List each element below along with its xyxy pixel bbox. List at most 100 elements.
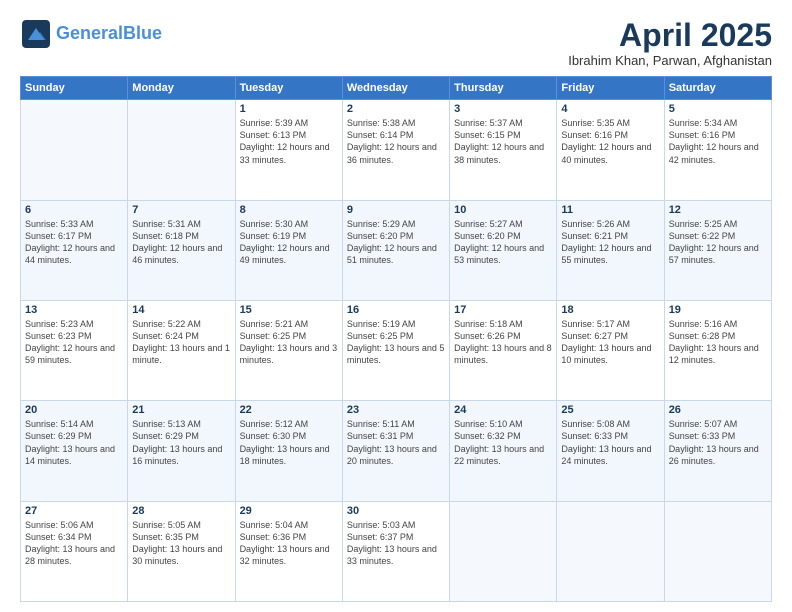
calendar-page: GeneralBlue April 2025 Ibrahim Khan, Par… [0,0,792,612]
day-detail: Sunrise: 5:03 AMSunset: 6:37 PMDaylight:… [347,519,445,568]
day-number: 13 [25,304,123,316]
table-row: 9 Sunrise: 5:29 AMSunset: 6:20 PMDaylight… [342,200,449,300]
day-detail: Sunrise: 5:39 AMSunset: 6:13 PMDaylight:… [240,117,338,166]
day-number: 18 [561,304,659,316]
table-row: 1 Sunrise: 5:39 AMSunset: 6:13 PMDaylight… [235,100,342,200]
day-number: 5 [669,103,767,115]
day-number: 30 [347,505,445,517]
col-tuesday: Tuesday [235,77,342,100]
table-row: 20Sunrise: 5:14 AMSunset: 6:29 PMDayligh… [21,401,128,501]
day-number: 7 [132,204,230,216]
calendar-week-row: 27 Sunrise: 5:06 AMSunset: 6:34 PMDayligh… [21,501,772,601]
table-row: 10 Sunrise: 5:27 AMSunset: 6:20 PMDayligh… [450,200,557,300]
day-detail: Sunrise: 5:08 AMSunset: 6:33 PMDaylight:… [561,418,659,467]
day-detail: Sunrise: 5:29 AMSunset: 6:20 PMDaylight:… [347,218,445,267]
header: GeneralBlue April 2025 Ibrahim Khan, Par… [20,18,772,68]
table-row: 13 Sunrise: 5:23 AMSunset: 6:23 PMDayligh… [21,300,128,400]
table-row: 18 Sunrise: 5:17 AMSunset: 6:27 PMDayligh… [557,300,664,400]
day-number: 10 [454,204,552,216]
logo-name: GeneralBlue [56,24,162,44]
table-row: 15Sunrise: 5:21 AMSunset: 6:25 PMDayligh… [235,300,342,400]
day-number: 17 [454,304,552,316]
day-detail: Sunrise: 5:07 AMSunset: 6:33 PMDaylight:… [669,418,767,467]
day-number: 27 [25,505,123,517]
day-detail: Sunrise: 5:23 AMSunset: 6:23 PMDaylight:… [25,318,123,367]
day-number: 24 [454,404,552,416]
day-detail: Sunrise: 5:38 AMSunset: 6:14 PMDaylight:… [347,117,445,166]
day-number: 19 [669,304,767,316]
table-row [664,501,771,601]
table-row: 16 Sunrise: 5:19 AMSunset: 6:25 PMDayligh… [342,300,449,400]
calendar-table: Sunday Monday Tuesday Wednesday Thursday… [20,76,772,602]
day-detail: Sunrise: 5:12 AMSunset: 6:30 PMDaylight:… [240,418,338,467]
day-number: 9 [347,204,445,216]
day-detail: Sunrise: 5:04 AMSunset: 6:36 PMDaylight:… [240,519,338,568]
day-detail: Sunrise: 5:17 AMSunset: 6:27 PMDaylight:… [561,318,659,367]
day-number: 26 [669,404,767,416]
calendar-week-row: 6 Sunrise: 5:33 AMSunset: 6:17 PMDaylight… [21,200,772,300]
day-detail: Sunrise: 5:25 AMSunset: 6:22 PMDaylight:… [669,218,767,267]
day-detail: Sunrise: 5:06 AMSunset: 6:34 PMDaylight:… [25,519,123,568]
day-detail: Sunrise: 5:18 AMSunset: 6:26 PMDaylight:… [454,318,552,367]
day-number: 25 [561,404,659,416]
table-row: 25 Sunrise: 5:08 AMSunset: 6:33 PMDayligh… [557,401,664,501]
table-row: 28Sunrise: 5:05 AMSunset: 6:35 PMDayligh… [128,501,235,601]
day-number: 6 [25,204,123,216]
table-row: 8 Sunrise: 5:30 AMSunset: 6:19 PMDaylight… [235,200,342,300]
day-number: 3 [454,103,552,115]
day-detail: Sunrise: 5:19 AMSunset: 6:25 PMDaylight:… [347,318,445,367]
day-number: 23 [347,404,445,416]
day-number: 14 [132,304,230,316]
day-number: 11 [561,204,659,216]
header-row: Sunday Monday Tuesday Wednesday Thursday… [21,77,772,100]
day-detail: Sunrise: 5:27 AMSunset: 6:20 PMDaylight:… [454,218,552,267]
table-row: 19 Sunrise: 5:16 AMSunset: 6:28 PMDayligh… [664,300,771,400]
table-row: 29 Sunrise: 5:04 AMSunset: 6:36 PMDayligh… [235,501,342,601]
logo: GeneralBlue [20,18,162,50]
calendar-week-row: 20Sunrise: 5:14 AMSunset: 6:29 PMDayligh… [21,401,772,501]
day-number: 8 [240,204,338,216]
day-detail: Sunrise: 5:30 AMSunset: 6:19 PMDaylight:… [240,218,338,267]
table-row: 14Sunrise: 5:22 AMSunset: 6:24 PMDayligh… [128,300,235,400]
day-number: 12 [669,204,767,216]
table-row: 4Sunrise: 5:35 AMSunset: 6:16 PMDaylight… [557,100,664,200]
table-row: 27 Sunrise: 5:06 AMSunset: 6:34 PMDayligh… [21,501,128,601]
day-number: 15 [240,304,338,316]
table-row: 17 Sunrise: 5:18 AMSunset: 6:26 PMDayligh… [450,300,557,400]
subtitle: Ibrahim Khan, Parwan, Afghanistan [568,53,772,68]
table-row: 11 Sunrise: 5:26 AMSunset: 6:21 PMDayligh… [557,200,664,300]
title-block: April 2025 Ibrahim Khan, Parwan, Afghani… [568,18,772,68]
col-monday: Monday [128,77,235,100]
day-number: 16 [347,304,445,316]
table-row: 30 Sunrise: 5:03 AMSunset: 6:37 PMDayligh… [342,501,449,601]
month-title: April 2025 [568,18,772,53]
col-wednesday: Wednesday [342,77,449,100]
day-number: 4 [561,103,659,115]
table-row: 26 Sunrise: 5:07 AMSunset: 6:33 PMDayligh… [664,401,771,501]
col-friday: Friday [557,77,664,100]
table-row [450,501,557,601]
table-row: 7Sunrise: 5:31 AMSunset: 6:18 PMDaylight… [128,200,235,300]
day-detail: Sunrise: 5:37 AMSunset: 6:15 PMDaylight:… [454,117,552,166]
table-row: 3 Sunrise: 5:37 AMSunset: 6:15 PMDaylight… [450,100,557,200]
col-sunday: Sunday [21,77,128,100]
col-saturday: Saturday [664,77,771,100]
table-row: 24Sunrise: 5:10 AMSunset: 6:32 PMDayligh… [450,401,557,501]
day-number: 22 [240,404,338,416]
logo-icon [20,18,52,50]
table-row: 2Sunrise: 5:38 AMSunset: 6:14 PMDaylight… [342,100,449,200]
day-detail: Sunrise: 5:13 AMSunset: 6:29 PMDaylight:… [132,418,230,467]
logo-text-block: GeneralBlue [56,24,162,44]
day-detail: Sunrise: 5:33 AMSunset: 6:17 PMDaylight:… [25,218,123,267]
table-row: 12 Sunrise: 5:25 AMSunset: 6:22 PMDayligh… [664,200,771,300]
day-number: 20 [25,404,123,416]
day-number: 29 [240,505,338,517]
day-number: 21 [132,404,230,416]
day-detail: Sunrise: 5:26 AMSunset: 6:21 PMDaylight:… [561,218,659,267]
logo-general: General [56,23,123,43]
day-detail: Sunrise: 5:16 AMSunset: 6:28 PMDaylight:… [669,318,767,367]
day-detail: Sunrise: 5:34 AMSunset: 6:16 PMDaylight:… [669,117,767,166]
table-row: 6 Sunrise: 5:33 AMSunset: 6:17 PMDaylight… [21,200,128,300]
day-number: 1 [240,103,338,115]
table-row [557,501,664,601]
